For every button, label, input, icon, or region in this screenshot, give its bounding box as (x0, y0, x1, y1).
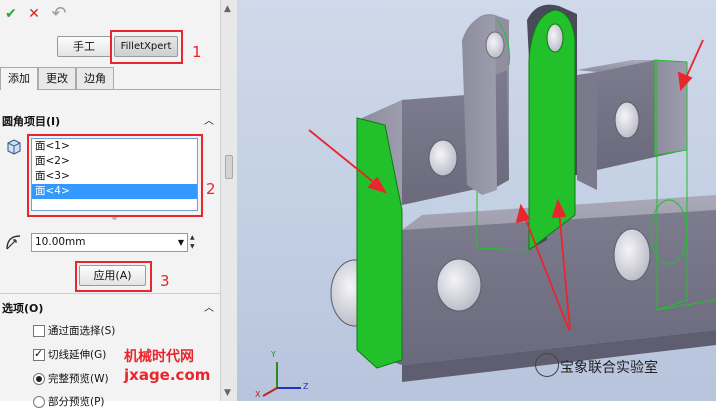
highlight-box-face-list (27, 134, 203, 217)
axis-triad (262, 362, 301, 397)
callout-number-1: 1 (192, 43, 202, 61)
scroll-down-icon[interactable]: ▼ (224, 388, 231, 398)
x-axis-label: X (255, 390, 261, 399)
spin-down-icon[interactable]: ▼ (190, 242, 199, 251)
right-upright-block[interactable] (577, 59, 688, 190)
part-model[interactable] (237, 0, 716, 401)
highlight-box-apply (75, 261, 152, 292)
manual-button[interactable]: 手工 (57, 36, 111, 57)
ok-check-icon[interactable]: ✔ (2, 5, 20, 23)
y-axis-label: Y (271, 350, 276, 359)
brand-chat-icon (535, 353, 559, 377)
partial-preview-radio[interactable] (33, 396, 45, 408)
callout-number-3: 3 (160, 272, 170, 290)
tab-add[interactable]: 添加 (0, 67, 38, 90)
callout-number-2: 2 (206, 180, 216, 198)
cancel-x-icon[interactable]: ✕ (25, 5, 43, 23)
front-hole-left (436, 258, 482, 312)
section-divider (0, 293, 220, 294)
brand-label: 宝象联合实验室 (560, 360, 658, 376)
watermark-url: jxage.com (124, 366, 211, 384)
watermark-site-name: 机械时代网 (124, 349, 194, 365)
graphics-viewport[interactable]: Y Z X (237, 0, 716, 401)
left-block-hole (428, 139, 458, 177)
options-header[interactable]: 选项(O) ︿ (0, 300, 220, 318)
radius-value: 10.00mm (35, 236, 86, 248)
collapse-chevron-icon[interactable]: ︿ (204, 113, 214, 131)
tab-change[interactable]: 更改 (38, 67, 76, 89)
fillet-items-title: 圆角项目(I) (2, 115, 61, 128)
scroll-up-icon[interactable]: ▲ (224, 4, 231, 14)
full-preview-radio[interactable] (33, 373, 45, 385)
option-label: 切线延伸(G) (48, 349, 107, 361)
face-cube-icon (7, 139, 21, 155)
option-label: 通过面选择(S) (48, 325, 116, 337)
option-label: 完整预览(W) (48, 373, 109, 385)
highlight-box-filletxpert (110, 30, 183, 64)
collapse-chevron-icon[interactable]: ︿ (204, 300, 214, 318)
center-lug-fillet-face[interactable] (527, 4, 577, 252)
radius-icon (6, 235, 21, 250)
tab-bar: 添加 更改 边角 (0, 67, 220, 90)
options-title: 选项(O) (2, 302, 44, 315)
select-through-faces-checkbox[interactable] (33, 325, 45, 337)
option-label: 部分预览(P) (48, 396, 105, 408)
left-lug[interactable] (462, 14, 509, 195)
z-axis-label: Z (303, 382, 309, 391)
undo-icon[interactable]: ↶ (50, 5, 68, 23)
front-hole-right (613, 228, 651, 282)
scroll-thumb[interactable] (225, 155, 233, 179)
radius-spinner[interactable]: ▲ ▼ (190, 233, 199, 252)
fillet-items-header[interactable]: 圆角项目(I) ︿ (0, 113, 220, 131)
dropdown-arrow-icon[interactable]: ▼ (178, 234, 184, 251)
radius-dropdown[interactable]: 10.00mm ▼ (31, 233, 188, 252)
tangent-propagation-checkbox[interactable] (33, 347, 45, 361)
spin-up-icon[interactable]: ▲ (190, 233, 199, 242)
tab-corner[interactable]: 边角 (76, 67, 114, 89)
panel-scrollbar[interactable]: ▲ ▼ (220, 0, 238, 401)
